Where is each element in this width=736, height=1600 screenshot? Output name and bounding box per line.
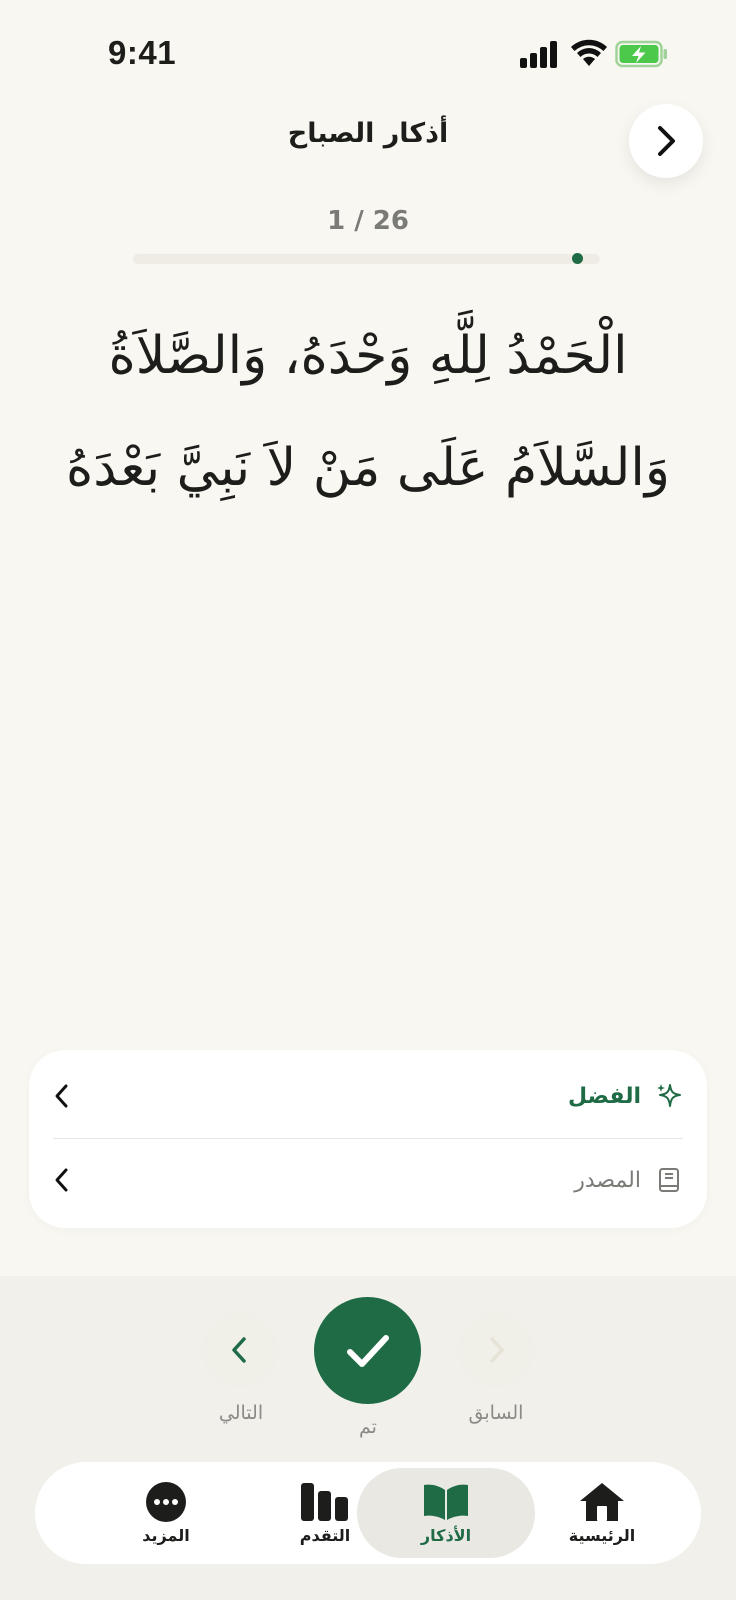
source-label: المصدر <box>574 1167 641 1193</box>
sparkles-icon <box>655 1082 683 1110</box>
progress-indicator <box>572 253 584 264</box>
info-card: الفضل المصدر <box>29 1050 707 1228</box>
previous-label: السابق <box>468 1402 524 1424</box>
chevron-right-icon <box>490 1337 504 1363</box>
tab-label: المزيد <box>142 1526 190 1545</box>
cellular-signal-icon <box>520 40 560 68</box>
done-button[interactable] <box>314 1297 421 1404</box>
more-icon <box>145 1480 187 1524</box>
done-label: تم <box>359 1416 377 1438</box>
book-icon <box>655 1166 683 1194</box>
battery-charging-icon <box>615 40 667 68</box>
virtue-label: الفضل <box>568 1083 641 1109</box>
status-bar: 9:41 <box>0 0 736 100</box>
chevron-right-icon <box>658 126 675 156</box>
back-button[interactable] <box>629 104 703 178</box>
screen: 9:41 أذكار الصباح 1 / 26 الْحَمْدُ لِلَّ… <box>0 0 736 1600</box>
tab-more[interactable]: المزيد <box>77 1468 255 1558</box>
dhikr-text: الْحَمْدُ لِلَّهِ وَحْدَهُ، وَالصَّلاَةُ… <box>66 326 670 498</box>
progress-counter: 1 / 26 <box>327 206 409 236</box>
progress-bar <box>133 253 600 264</box>
chevron-left-icon <box>53 1083 71 1109</box>
tab-home[interactable]: الرئيسية <box>513 1468 691 1558</box>
home-icon <box>578 1480 626 1524</box>
next-button[interactable] <box>202 1312 278 1388</box>
status-time: 9:41 <box>108 34 177 71</box>
tab-label: الرئيسية <box>568 1526 636 1545</box>
page-title: أذكار الصباح <box>287 118 449 149</box>
wifi-icon <box>571 39 607 66</box>
bar-chart-icon <box>300 1480 350 1524</box>
open-book-icon <box>422 1480 470 1524</box>
previous-button[interactable] <box>458 1312 534 1388</box>
source-row[interactable]: المصدر <box>53 1138 683 1222</box>
checkmark-icon <box>346 1334 389 1367</box>
chevron-left-icon <box>232 1337 246 1363</box>
tab-adhkar[interactable]: الأذكار <box>357 1468 535 1558</box>
virtue-row[interactable]: الفضل <box>53 1054 683 1139</box>
next-label: التالي <box>218 1402 264 1424</box>
tab-label: الأذكار <box>420 1526 472 1545</box>
chevron-left-icon <box>53 1167 71 1193</box>
tab-bar: المزيد التقدم الأذكار الرئيسية <box>35 1462 701 1564</box>
tab-label: التقدم <box>299 1526 351 1545</box>
